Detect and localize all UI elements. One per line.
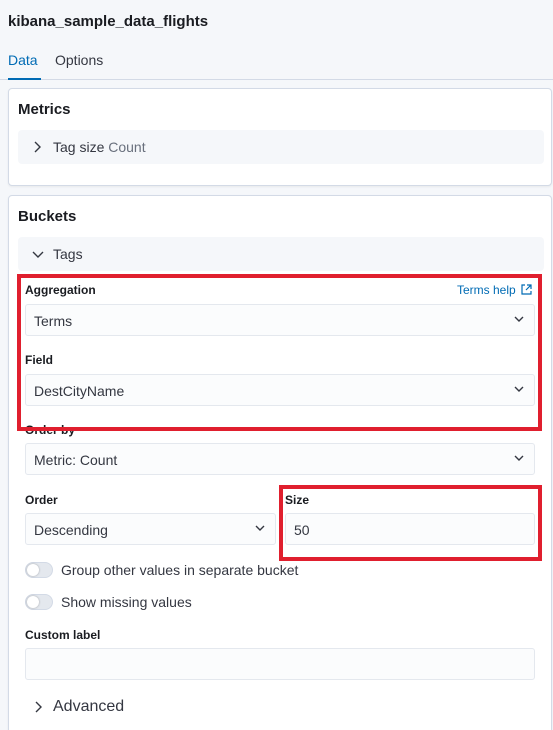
bucket-accordion-tags[interactable]: Tags — [18, 237, 544, 271]
aggregation-label: Aggregation — [25, 283, 96, 297]
terms-help-link[interactable]: Terms help — [457, 283, 532, 297]
size-label: Size — [285, 493, 310, 507]
order-by-select[interactable]: Metric: Count — [25, 443, 535, 475]
advanced-label: Advanced — [53, 698, 125, 715]
tab-data[interactable]: Data — [8, 52, 41, 80]
chevron-down-icon — [32, 251, 44, 258]
metric-name: Tag size — [53, 139, 105, 155]
order-label: Order — [25, 493, 58, 507]
chevron-down-icon — [514, 455, 524, 461]
chevron-down-icon — [514, 316, 524, 322]
field-label: Field — [25, 353, 54, 367]
group-other-label: Group other values in separate bucket — [61, 562, 299, 578]
custom-label-label: Custom label — [25, 628, 101, 642]
bucket-accordion-label: Tags — [53, 246, 83, 262]
index-pattern-title: kibana_sample_data_flights — [8, 13, 209, 30]
size-value: 50 — [294, 522, 310, 538]
metrics-heading: Metrics — [18, 101, 71, 118]
tab-options[interactable]: Options — [55, 52, 103, 80]
order-by-label: Order by — [25, 423, 76, 437]
advanced-toggle[interactable]: Advanced — [25, 696, 225, 718]
aggregation-value: Terms — [34, 313, 73, 329]
metric-accordion-label: Tag size Count — [53, 139, 146, 155]
chevron-right-icon — [34, 141, 41, 153]
show-missing-toggle[interactable] — [25, 594, 53, 610]
custom-label-input[interactable] — [25, 648, 535, 680]
editor-header: kibana_sample_data_flights Data Options — [0, 0, 553, 80]
chevron-down-icon — [514, 386, 524, 392]
aggregation-select[interactable]: Terms — [25, 304, 535, 336]
buckets-heading: Buckets — [18, 208, 77, 225]
metric-accordion-tag-size[interactable]: Tag size Count — [18, 130, 544, 164]
field-select[interactable]: DestCityName — [25, 374, 535, 406]
chevron-down-icon — [255, 525, 265, 531]
field-value: DestCityName — [34, 383, 125, 399]
size-input[interactable]: 50 — [285, 513, 535, 545]
terms-help-text: Terms help — [457, 283, 516, 297]
metrics-panel: Metrics Tag size Count — [8, 88, 552, 186]
metric-value: Count — [108, 139, 146, 155]
order-by-value: Metric: Count — [34, 452, 118, 468]
order-select[interactable]: Descending — [25, 513, 276, 545]
group-other-toggle[interactable] — [25, 562, 53, 578]
order-value: Descending — [34, 522, 108, 538]
show-missing-label: Show missing values — [61, 594, 192, 610]
external-link-icon — [521, 284, 532, 295]
chevron-right-icon — [35, 701, 42, 713]
